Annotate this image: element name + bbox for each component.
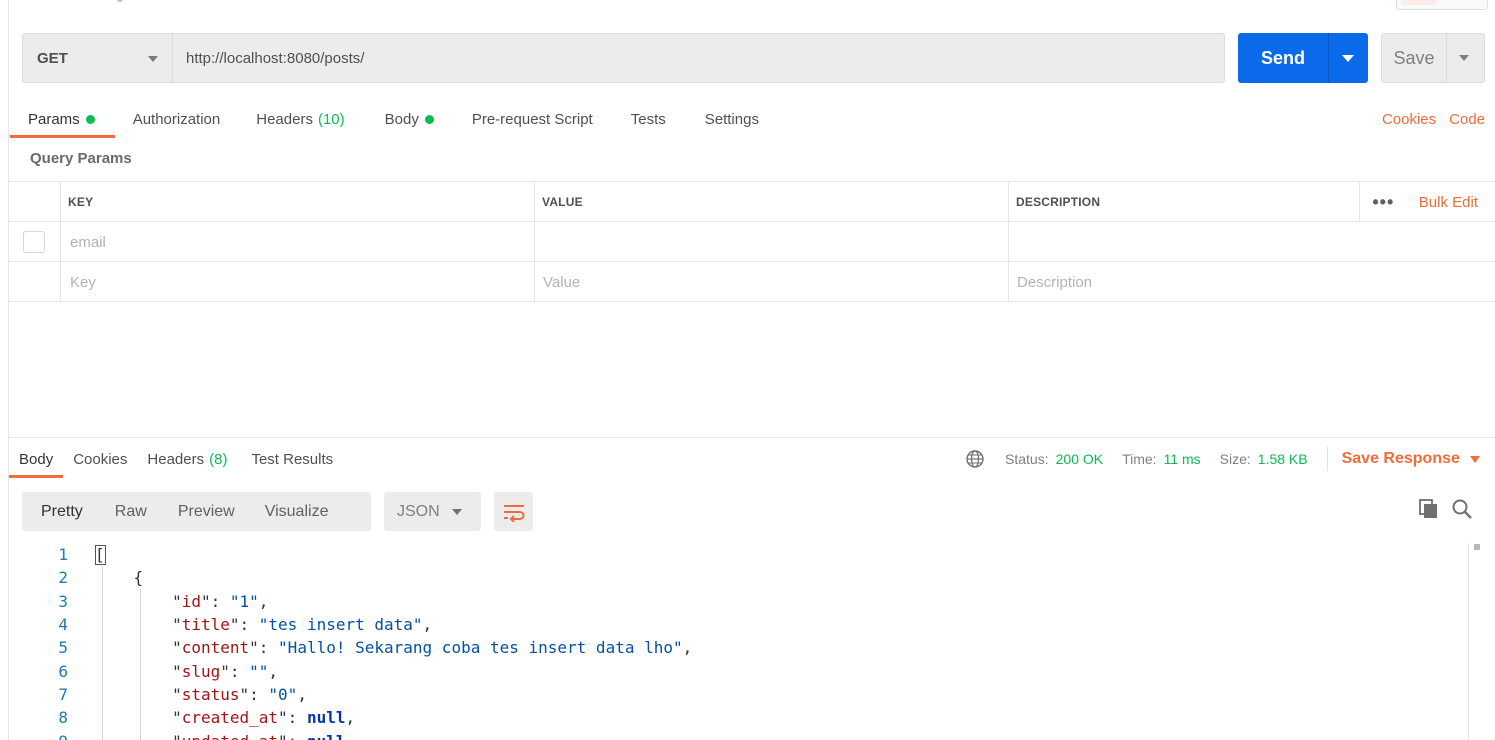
send-options-chevron-icon[interactable] [1342, 55, 1354, 62]
tab-pre-request-script[interactable]: Pre-request Script [452, 100, 611, 138]
send-label: Send [1260, 47, 1305, 68]
tab-tests[interactable]: Tests [611, 100, 684, 138]
request-links: Cookies Code [1382, 100, 1485, 138]
view-mode-group: Pretty Raw Preview Visualize [22, 492, 371, 531]
query-params-title: Query Params [30, 150, 132, 167]
send-button[interactable]: Send [1238, 33, 1368, 83]
headers-count: (10) [317, 110, 345, 128]
save-options-chevron-icon[interactable] [1459, 55, 1469, 61]
method-select[interactable]: GET [22, 33, 172, 83]
more-options-icon[interactable]: ••• [1358, 182, 1407, 222]
size-value[interactable]: 1.58 KB [1258, 451, 1308, 467]
code-scrollbar[interactable] [1468, 543, 1488, 740]
response-tab-test-results[interactable]: Test Results [241, 440, 343, 478]
new-description-input[interactable]: Description [1009, 262, 1495, 302]
params-active-dot [85, 114, 95, 124]
response-tab-headers[interactable]: Headers (8) [137, 440, 241, 478]
wrap-lines-button[interactable] [494, 492, 533, 531]
param-value-cell[interactable] [535, 222, 1009, 262]
size-label: Size: [1219, 451, 1251, 467]
tab-body[interactable]: Body [367, 100, 452, 138]
chevron-down-icon [452, 509, 462, 515]
copy-icon[interactable] [1418, 498, 1440, 520]
chevron-down-icon [1469, 455, 1480, 463]
format-select[interactable]: JSON [384, 492, 481, 531]
response-tab-body[interactable]: Body [9, 440, 64, 478]
url-text: http://localhost:8080/posts/ [186, 49, 365, 67]
tab-indicator-dot [117, 0, 123, 2]
time-value[interactable]: 11 ms [1164, 451, 1201, 467]
response-tab-cookies[interactable]: Cookies [63, 440, 137, 478]
query-params-table: KEY VALUE DESCRIPTION ••• Bulk Edit emai… [8, 181, 1495, 302]
body-active-dot [424, 114, 434, 124]
value-column-header: VALUE [535, 182, 1009, 222]
status-label: Status: [1005, 451, 1049, 467]
tab-headers[interactable]: Headers (10) [238, 100, 366, 138]
table-row-new: Key Value Description [8, 262, 1495, 302]
format-label: JSON [397, 502, 440, 520]
view-visualize[interactable]: Visualize [254, 492, 348, 531]
time-label: Time: [1122, 451, 1157, 467]
key-column-header: KEY [61, 182, 535, 222]
method-label: GET [37, 49, 68, 67]
globe-icon[interactable] [965, 449, 985, 469]
response-status-bar: Status: 200 OK Time: 11 ms Size: 1.58 KB Sa… [965, 440, 1480, 478]
view-raw[interactable]: Raw [102, 492, 166, 531]
param-enabled-checkbox[interactable] [23, 231, 45, 253]
url-input[interactable]: http://localhost:8080/posts/ [172, 33, 1225, 83]
tab-params[interactable]: Params [10, 100, 115, 138]
status-value[interactable]: 200 OK [1056, 451, 1103, 467]
table-header-row: KEY VALUE DESCRIPTION ••• Bulk Edit [8, 182, 1495, 222]
tab-settings[interactable]: Settings [684, 100, 777, 138]
chevron-down-icon [148, 56, 158, 62]
param-key-cell[interactable]: email [61, 222, 535, 262]
response-body-code[interactable]: 1 [ 2 { 3 "id": "1", 4 "title": "tes ins… [8, 543, 1468, 740]
request-tabs: Params Authorization Headers (10) Body Pr… [10, 100, 777, 138]
new-value-input[interactable]: Value [535, 262, 1009, 302]
response-headers-count: (8) [209, 450, 228, 468]
code-link[interactable]: Code [1449, 111, 1485, 128]
wrap-icon [503, 504, 524, 522]
tab-authorization[interactable]: Authorization [115, 100, 239, 138]
response-tabs: Body Cookies Headers (8) Test Results [9, 440, 343, 478]
save-button[interactable]: Save [1381, 33, 1485, 83]
cookies-link[interactable]: Cookies [1382, 111, 1436, 128]
param-description-cell[interactable] [1009, 222, 1495, 262]
view-pretty[interactable]: Pretty [22, 492, 102, 531]
pane-divider[interactable] [8, 437, 1495, 438]
top-toolbar-fragment[interactable] [1396, 0, 1488, 10]
bulk-edit-link[interactable]: Bulk Edit [1407, 194, 1495, 211]
view-preview[interactable]: Preview [166, 492, 254, 531]
save-response-button[interactable]: Save Response [1342, 450, 1480, 468]
search-icon[interactable] [1451, 498, 1473, 520]
new-key-input[interactable]: Key [61, 262, 535, 302]
table-row: email [8, 222, 1495, 262]
save-label: Save [1393, 47, 1435, 68]
